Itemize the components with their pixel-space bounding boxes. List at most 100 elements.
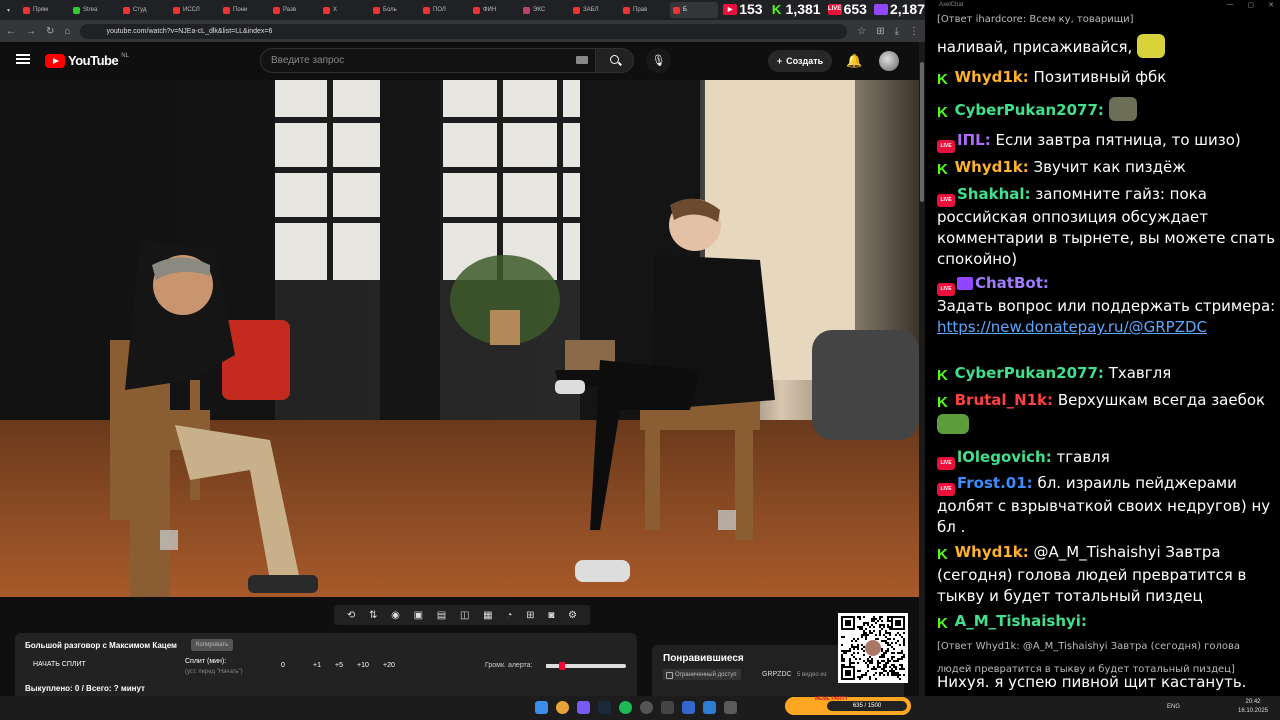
app-icon[interactable] xyxy=(661,701,674,714)
add-5-button[interactable]: +5 xyxy=(335,662,343,669)
chat-nick[interactable]: Shakhal: xyxy=(957,185,1031,203)
donation-link[interactable]: https://new.donatepay.ru/@GRPZDC xyxy=(937,318,1207,336)
close-icon[interactable]: ✕ xyxy=(1268,1,1274,9)
bookmark-icon[interactable]: ☆ xyxy=(857,26,866,37)
browser-tab[interactable]: Студ xyxy=(120,2,168,18)
audio-wave-icon[interactable]: ◉ xyxy=(391,610,400,621)
chat-nick[interactable]: CyberPukan2077: xyxy=(955,101,1104,119)
qr-module xyxy=(881,628,883,630)
minimize-icon[interactable]: — xyxy=(1227,1,1234,9)
chat-message: LIVE lOlegovich: тгавля xyxy=(937,447,1277,470)
copy-button[interactable]: Копировать xyxy=(191,639,234,651)
qr-module xyxy=(857,662,859,664)
split-minutes-input[interactable]: 0 xyxy=(281,662,285,669)
browser-tab[interactable]: ПОЛ xyxy=(420,2,468,18)
loop-icon[interactable]: ⟲ xyxy=(347,610,355,621)
spotify-icon[interactable] xyxy=(619,701,632,714)
qr-module xyxy=(875,678,877,680)
create-button[interactable]: + Создать xyxy=(768,50,832,72)
chrome-icon[interactable] xyxy=(556,701,569,714)
obs-icon[interactable] xyxy=(640,701,653,714)
chat-nick[interactable]: Brutal_N1k: xyxy=(955,391,1053,409)
browser-tab[interactable]: Х xyxy=(320,2,368,18)
camera-icon[interactable]: ◙ xyxy=(548,610,554,621)
playlist-title[interactable]: Понравившиеся xyxy=(663,653,744,664)
discord-icon[interactable] xyxy=(577,701,590,714)
browser-tab[interactable]: Прям xyxy=(20,2,68,18)
browser-tab[interactable]: Strea xyxy=(70,2,118,18)
search-button[interactable] xyxy=(596,48,634,73)
youtube-icon: ▶ xyxy=(723,3,738,15)
home-icon[interactable]: ⌂ xyxy=(64,26,70,37)
browser-menu-icon[interactable]: ⋮ xyxy=(909,26,919,37)
media-player-icon[interactable] xyxy=(682,701,695,714)
screenshot-plus-icon[interactable]: ⊞ xyxy=(526,610,534,621)
browser-tab[interactable]: ЗАБЛ xyxy=(570,2,618,18)
taskbar-clock[interactable]: 20:42 16.10.2025 xyxy=(1238,698,1268,716)
sort-icon[interactable]: ⇅ xyxy=(369,610,377,621)
telegram-icon[interactable] xyxy=(703,701,716,714)
keyboard-icon[interactable] xyxy=(576,56,588,64)
start-split-button[interactable]: НАЧАТЬ СПЛИТ xyxy=(33,661,86,668)
axelchat-icon[interactable] xyxy=(724,701,737,714)
browser-tab[interactable]: Пони xyxy=(220,2,268,18)
add-1-button[interactable]: +1 xyxy=(313,662,321,669)
chat-message: K A_M_Tishaishyi: [Ответ Whyd1k: @A_M_Tis… xyxy=(937,611,1277,680)
chat-nick[interactable]: Whyd1k: xyxy=(955,158,1029,176)
chat-nick[interactable]: CyberPukan2077: xyxy=(955,364,1104,382)
chat-nick[interactable]: Whyd1k: xyxy=(955,68,1029,86)
notifications-bell-icon[interactable]: 🔔 xyxy=(846,53,862,69)
meme-progress-bar: 635 / 1500 xyxy=(827,701,907,711)
browser-tab[interactable]: ИССЛ xyxy=(170,2,218,18)
browser-tab[interactable]: Прав xyxy=(620,2,668,18)
qr-module xyxy=(863,616,865,618)
reload-icon[interactable]: ↻ xyxy=(46,26,54,37)
qr-module xyxy=(853,628,855,630)
search-input[interactable] xyxy=(271,55,571,66)
extensions-icon[interactable]: ⊞ xyxy=(876,26,884,37)
video-player[interactable] xyxy=(0,80,919,597)
playlist-channel[interactable]: GRPZDC xyxy=(762,671,792,678)
scrollbar-thumb[interactable] xyxy=(920,62,924,202)
steam-icon[interactable] xyxy=(598,701,611,714)
browser-tab[interactable]: ЭКС xyxy=(520,2,568,18)
qr-module xyxy=(871,632,873,634)
restricted-label: Ограниченный доступ xyxy=(675,671,737,678)
picture-in-picture-icon[interactable]: ◫ xyxy=(460,610,469,621)
alert-volume-knob[interactable] xyxy=(559,662,565,670)
maximize-icon[interactable]: ▢ xyxy=(1248,1,1255,9)
speedometer-icon[interactable]: ◔ xyxy=(506,610,512,621)
add-10-button[interactable]: +10 xyxy=(357,662,369,669)
theater-icon[interactable]: ▤ xyxy=(437,610,446,621)
gear-icon[interactable]: ⚙ xyxy=(568,610,577,621)
qr-module xyxy=(861,636,863,638)
chat-nick[interactable]: Whyd1k: xyxy=(955,543,1029,561)
chat-nick[interactable]: ΙΠL: xyxy=(957,131,991,149)
message-text: Нихуя. я успею пивной щит кастануть. xyxy=(937,673,1247,691)
chat-nick[interactable]: ChatBot: xyxy=(975,274,1049,292)
youtube-logo[interactable]: YouTube NL xyxy=(45,53,129,68)
hamburger-menu-icon[interactable] xyxy=(16,54,30,64)
voice-search-button[interactable]: 🎙 xyxy=(646,48,671,73)
back-icon[interactable]: ← xyxy=(6,26,16,37)
url-field[interactable]: youtube.com/watch?v=NJEa-cL_dlk&list=LL&… xyxy=(80,23,848,39)
alert-volume-slider[interactable] xyxy=(546,662,626,670)
chat-nick[interactable]: Frost.01: xyxy=(957,474,1033,492)
chat-nick[interactable]: lOlegovich: xyxy=(957,448,1052,466)
language-indicator[interactable]: ENG xyxy=(1167,704,1180,710)
cinema-icon[interactable]: ▣ xyxy=(414,610,423,621)
add-20-button[interactable]: +20 xyxy=(383,662,395,669)
forward-icon[interactable]: → xyxy=(26,26,36,37)
browser-tab[interactable]: Б xyxy=(670,2,718,18)
chat-nick[interactable]: A_M_Tishaishyi: xyxy=(955,612,1087,630)
qr-module xyxy=(855,658,857,660)
filmstrip-icon[interactable]: ▦ xyxy=(483,610,492,621)
browser-tab[interactable]: Разв xyxy=(270,2,318,18)
browser-tab[interactable]: Боль xyxy=(370,2,418,18)
avatar[interactable] xyxy=(879,51,899,71)
windows-start-icon[interactable] xyxy=(535,701,548,714)
tab-list-button[interactable]: ▾ xyxy=(4,2,18,18)
download-icon[interactable]: ⤓ xyxy=(895,26,899,37)
browser-tab[interactable]: ФИН xyxy=(470,2,518,18)
qr-module xyxy=(897,660,899,662)
